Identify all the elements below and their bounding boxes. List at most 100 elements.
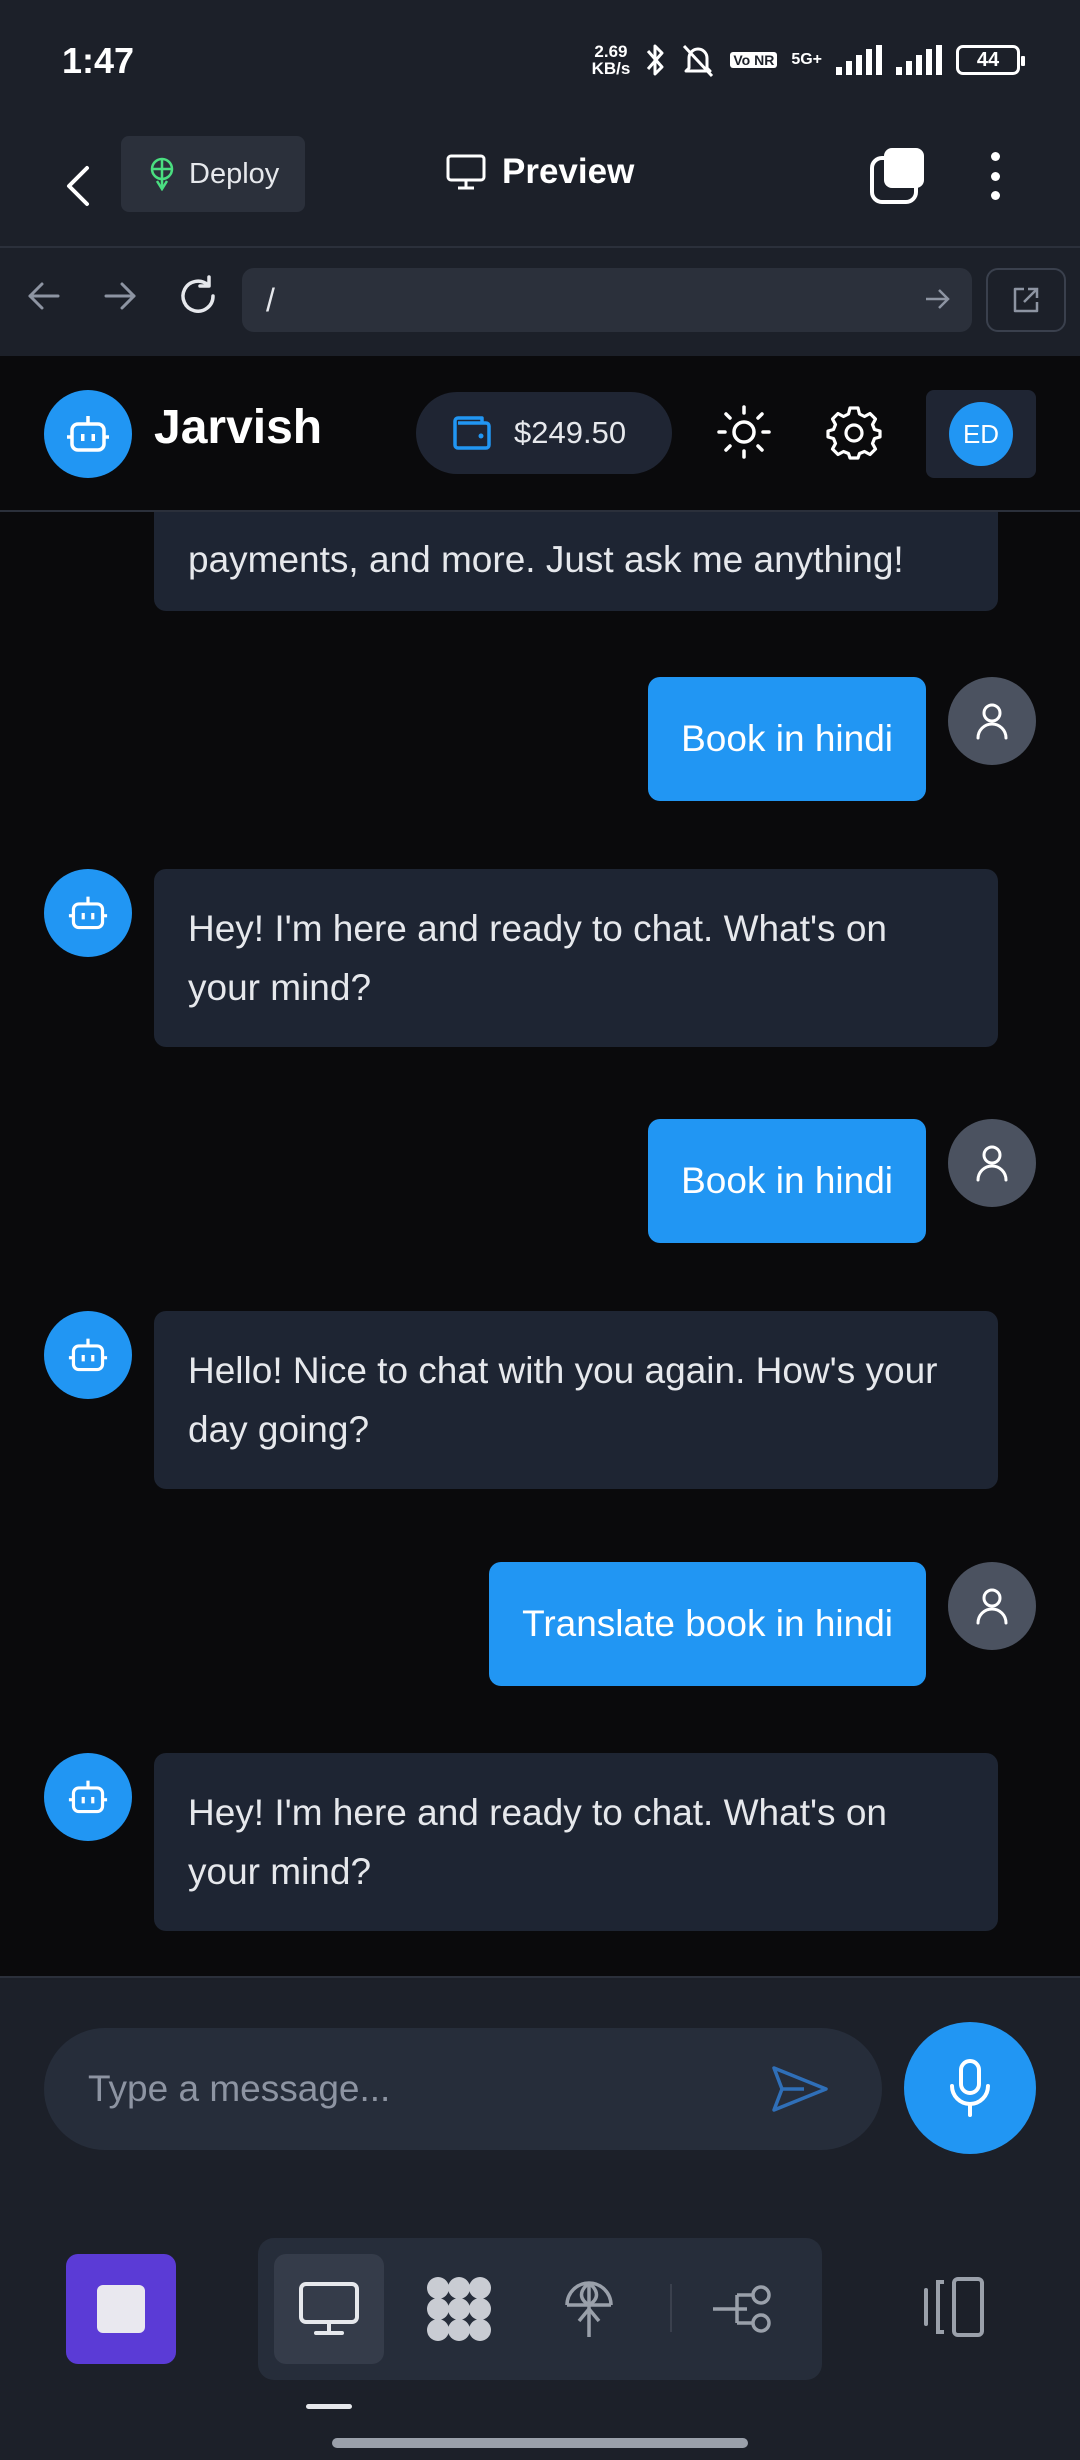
bot-message-text: Hey! I'm here and ready to chat. What's …: [188, 908, 887, 1008]
user-icon: [976, 1588, 1008, 1625]
back-icon: [67, 166, 89, 206]
bot-avatar: [44, 869, 132, 957]
bot-message-text: Hey! I'm here and ready to chat. What's …: [188, 1792, 887, 1892]
settings-button[interactable]: [826, 404, 882, 460]
bluetooth-icon: [647, 44, 664, 76]
app-header: Jarvish $249.50 ED: [0, 356, 1080, 512]
deploy-button[interactable]: Deploy: [121, 136, 305, 212]
signal-icon: [836, 45, 882, 75]
user-message-text: Translate book in hindi: [522, 1603, 893, 1644]
net-speed: 2.69 KB/s: [592, 43, 631, 77]
wallet-balance: $249.50: [514, 415, 627, 450]
net-speed-unit: KB/s: [591, 59, 631, 78]
bot-message: Hey! I'm here and ready to chat. What's …: [154, 1753, 998, 1931]
robot-icon: [68, 1338, 108, 1372]
preview-tab[interactable]: Preview: [446, 152, 634, 192]
status-time: 1:47: [62, 40, 135, 81]
robot-icon: [68, 1780, 108, 1814]
external-link-icon: [1013, 287, 1039, 313]
user-avatar: [948, 1119, 1036, 1207]
browser-forward-button[interactable]: [96, 272, 144, 320]
sun-icon: [717, 405, 771, 459]
toolbar-divider: [670, 2284, 672, 2332]
send-icon: [772, 2066, 828, 2112]
arrow-right-icon: [104, 282, 136, 310]
gear-icon: [826, 406, 882, 460]
bot-message: Hello! Nice to chat with you again. How'…: [154, 1311, 998, 1489]
tabs-button[interactable]: [868, 146, 928, 206]
active-view-indicator: [306, 2404, 352, 2409]
user-menu-button[interactable]: ED: [926, 390, 1036, 478]
status-bar: 1:47 2.69 KB/s Vo NR 5G+ 44: [0, 0, 1080, 124]
reload-icon: [181, 275, 215, 313]
tabs-icon: [870, 148, 924, 204]
user-initials-avatar: ED: [949, 402, 1013, 466]
battery-indicator: 44: [956, 45, 1025, 75]
user-message-text: Book in hindi: [681, 718, 893, 759]
bot-message: Hey! I'm here and ready to chat. What's …: [154, 869, 998, 1047]
status-icons: 2.69 KB/s Vo NR 5G+ 44: [592, 42, 1025, 78]
monitor-icon: [446, 154, 486, 190]
arrow-left-icon: [28, 282, 60, 310]
monitor-icon: [299, 2282, 359, 2335]
preview-view-button[interactable]: [274, 2254, 384, 2364]
user-message: Book in hindi: [648, 1119, 926, 1243]
chat-messages[interactable]: payments, and more. Just ask me anything…: [0, 512, 1080, 1976]
reload-button[interactable]: [174, 272, 222, 320]
app-logo: [44, 390, 132, 478]
panel-toggle-button[interactable]: [918, 2276, 998, 2344]
stop-icon: [97, 2285, 145, 2333]
preview-label: Preview: [502, 152, 635, 191]
user-message: Translate book in hindi: [489, 1562, 926, 1686]
robot-icon: [68, 896, 108, 930]
url-field[interactable]: /: [242, 268, 972, 332]
send-button[interactable]: [770, 2064, 830, 2114]
wallet-icon: [453, 416, 491, 450]
browser-back-button[interactable]: [20, 272, 68, 320]
mute-bell-icon: [683, 44, 714, 78]
app-title: Jarvish: [154, 401, 323, 454]
globe-icon: [565, 2281, 613, 2337]
user-icon: [976, 703, 1008, 740]
bot-message: payments, and more. Just ask me anything…: [154, 512, 998, 611]
network-type: 5G+: [791, 51, 822, 68]
go-arrow-icon[interactable]: [922, 284, 952, 314]
back-button[interactable]: [50, 154, 106, 218]
stop-button[interactable]: [66, 2254, 176, 2364]
user-icon: [976, 1145, 1008, 1182]
voice-input-button[interactable]: [904, 2022, 1036, 2154]
deploy-icon: [150, 157, 174, 191]
user-avatar: [948, 1562, 1036, 1650]
theme-toggle-button[interactable]: [716, 404, 772, 460]
workflow-view-button[interactable]: [688, 2254, 798, 2364]
deploy-label: Deploy: [189, 157, 280, 190]
robot-icon: [67, 416, 109, 452]
user-avatar: [948, 677, 1036, 765]
mic-icon: [950, 2059, 990, 2117]
deploy-view-button[interactable]: [534, 2254, 644, 2364]
volte-badge: Vo NR: [730, 52, 778, 68]
components-view-button[interactable]: [404, 2254, 514, 2364]
grid-icon: [427, 2277, 491, 2341]
gesture-bar[interactable]: [332, 2438, 748, 2448]
app-top-bar: Deploy Preview: [0, 124, 1080, 248]
view-switcher: [258, 2238, 822, 2380]
user-message: Book in hindi: [648, 677, 926, 801]
wallet-balance-button[interactable]: $249.50: [416, 392, 672, 474]
signal-icon: [896, 45, 942, 75]
browser-bar: /: [0, 248, 1080, 356]
bot-message-text: payments, and more. Just ask me anything…: [188, 539, 904, 580]
bot-avatar: [44, 1311, 132, 1399]
message-composer: [0, 1976, 1080, 2196]
url-text: /: [266, 281, 275, 318]
open-external-button[interactable]: [986, 268, 1066, 332]
more-options-button[interactable]: [980, 146, 1010, 206]
more-icon-dot: [990, 191, 1000, 200]
bot-message-text: Hello! Nice to chat with you again. How'…: [188, 1350, 938, 1450]
message-input[interactable]: [44, 2028, 882, 2150]
bot-avatar: [44, 1753, 132, 1841]
user-message-text: Book in hindi: [681, 1160, 893, 1201]
bottom-toolbar: [0, 2196, 1080, 2460]
panel-icon: [924, 2277, 984, 2337]
net-speed-value: 2.69: [594, 42, 628, 61]
